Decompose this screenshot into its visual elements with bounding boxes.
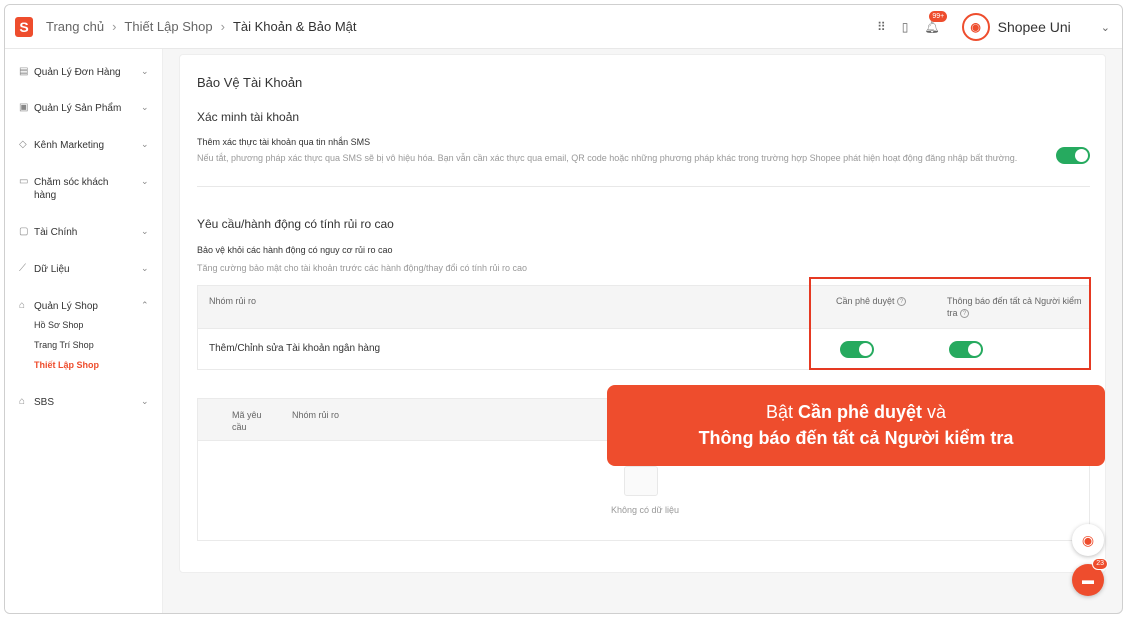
breadcrumb-current: Tài Khoản & Bảo Mật [232,19,357,34]
toggle-knob [1075,149,1088,162]
shopee-logo-icon[interactable]: S [15,16,33,37]
apps-grid-icon[interactable]: ⠿ [877,20,886,34]
sidebar-subitem-shop-settings[interactable]: Thiết Lập Shop [34,360,99,370]
chat-button[interactable]: ▬ 23 [1072,558,1108,596]
risk-protect-desc: Tăng cường bảo mật cho tài khoản trước c… [197,263,528,273]
chevron-down-icon: ⌄ [141,226,149,236]
app-window: S Trang chủ › Thiết Lập Shop › Tài Khoản… [4,4,1123,614]
notification-badge: 99+ [929,11,948,22]
risk-protect-label: Bảo vệ khỏi các hành động có nguy cơ rủi… [197,245,393,255]
chat-count-badge: 23 [1092,558,1108,570]
top-header: S Trang chủ › Thiết Lập Shop › Tài Khoản… [5,5,1122,49]
chevron-down-icon: ⌄ [141,396,149,406]
sidebar-item-label: Quản Lý Đơn Hàng [34,67,121,78]
header-actions: ⠿ ▯ 🔔︎ 99+ ◉ Shopee Uni ⌄ [877,5,1122,49]
col-request-id: Mã yêu cầu [232,410,262,432]
breadcrumb-home[interactable]: Trang chủ [46,19,104,34]
sidebar-item-label: Dữ Liệu [34,264,70,275]
chevron-right-icon: › [112,19,117,34]
chart-icon: ⟋ [19,263,26,274]
sidebar-item-label: SBS [34,397,55,408]
sms-verify-toggle[interactable] [1056,147,1090,164]
clipboard-icon: ▤ [19,66,29,77]
verify-heading: Xác minh tài khoản [197,110,300,124]
wallet-icon: ▢ [19,226,29,237]
divider [197,186,1090,187]
col-risk-group: Nhóm rủi ro [209,296,257,306]
breadcrumb: Trang chủ › Thiết Lập Shop › Tài Khoản &… [46,19,357,34]
instruction-callout: Bật Cần phê duyệt và Thông báo đến tất c… [607,385,1105,466]
sidebar: ▤ Quản Lý Đơn Hàng ⌄ ▣ Quản Lý Sản Phẩm … [5,49,163,613]
assistant-icon[interactable]: ◉ [1072,524,1104,556]
tag-icon: ◇ [19,139,27,150]
sidebar-subitem-shop-decoration[interactable]: Trang Trí Shop [34,340,94,350]
sidebar-subitem-shop-profile[interactable]: Hồ Sơ Shop [34,320,83,330]
chevron-down-icon[interactable]: ⌄ [1101,21,1110,34]
sidebar-item-label: Quản Lý Shop [34,301,98,312]
sms-verify-desc: Nếu tắt, phương pháp xác thực qua SMS sẽ… [197,153,1018,163]
empty-box-icon [624,466,658,496]
sidebar-item-label: Quản Lý Sản Phẩm [34,103,122,114]
sidebar-item-label: Kênh Marketing [34,140,105,151]
avatar[interactable]: ◉ [961,13,990,41]
store-icon: ⌂ [19,300,26,311]
highlight-box [809,277,1091,370]
callout-line-2: Thông báo đến tất cả Người kiểm tra [698,428,1014,448]
chevron-down-icon: ⌄ [141,66,149,76]
breadcrumb-shop-settings[interactable]: Thiết Lập Shop [124,19,212,34]
empty-state-text: Không có dữ liệu [610,505,680,515]
chevron-up-icon: ⌃ [141,300,149,310]
chevron-down-icon: ⌄ [141,176,149,186]
box-icon: ▣ [19,102,29,113]
chevron-down-icon: ⌄ [141,263,149,273]
sidebar-item-label: Tài Chính [34,227,78,238]
book-icon[interactable]: ▯ [902,20,909,34]
home-icon: ⌂ [19,396,26,407]
risk-row-label: Thêm/Chỉnh sửa Tài khoản ngân hàng [209,343,381,354]
chevron-down-icon: ⌄ [141,102,149,112]
risk-heading: Yêu cầu/hành động có tính rủi ro cao [197,217,394,231]
chat-icon: ▭ [19,176,29,187]
bell-icon[interactable]: 🔔︎ 99+ [924,11,948,34]
shop-name[interactable]: Shopee Uni [998,19,1071,35]
sms-verify-label: Thêm xác thực tài khoản qua tin nhắn SMS [197,137,371,147]
sidebar-item-label: Chăm sóc khách hàng [34,177,109,201]
callout-line-1: Bật Cần phê duyệt và [765,402,947,422]
page-title: Bảo Vệ Tài Khoản [197,75,303,90]
chevron-right-icon: › [220,19,225,34]
col-request-risk-group: Nhóm rủi ro [292,410,340,420]
chevron-down-icon: ⌄ [141,139,149,149]
